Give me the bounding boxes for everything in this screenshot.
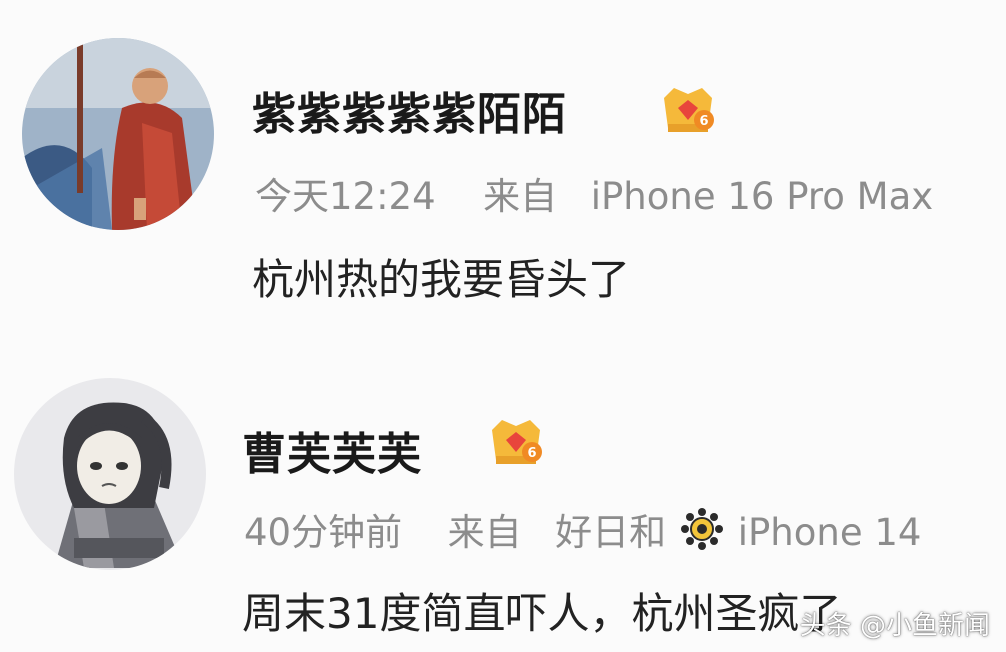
sun-flower-icon — [680, 507, 724, 560]
watermark: 头条 @小鱼新闻 — [799, 611, 990, 641]
cartoon-avatar-image — [14, 378, 206, 570]
comment-time: 40分钟前 — [244, 511, 403, 554]
username[interactable]: 曹芙芙芙 — [242, 418, 422, 482]
crown-badge-icon: 6 — [488, 412, 544, 472]
comment-text: 周末31度简直吓人，杭州圣疯了 — [242, 589, 842, 638]
source-name[interactable]: 好日和 — [555, 502, 666, 556]
source-prefix: 来自 — [447, 511, 522, 554]
comment-meta: 40分钟前 来自 好日和 iPhone 14 — [244, 502, 921, 560]
level-number: 6 — [527, 446, 536, 461]
avatar[interactable] — [14, 378, 206, 570]
source-device[interactable]: iPhone 14 — [738, 511, 922, 554]
comment-item: 曹芙芙芙 6 40分钟前 来自 好日和 iPhone 14 周末31度简直吓人，… — [0, 0, 1006, 652]
